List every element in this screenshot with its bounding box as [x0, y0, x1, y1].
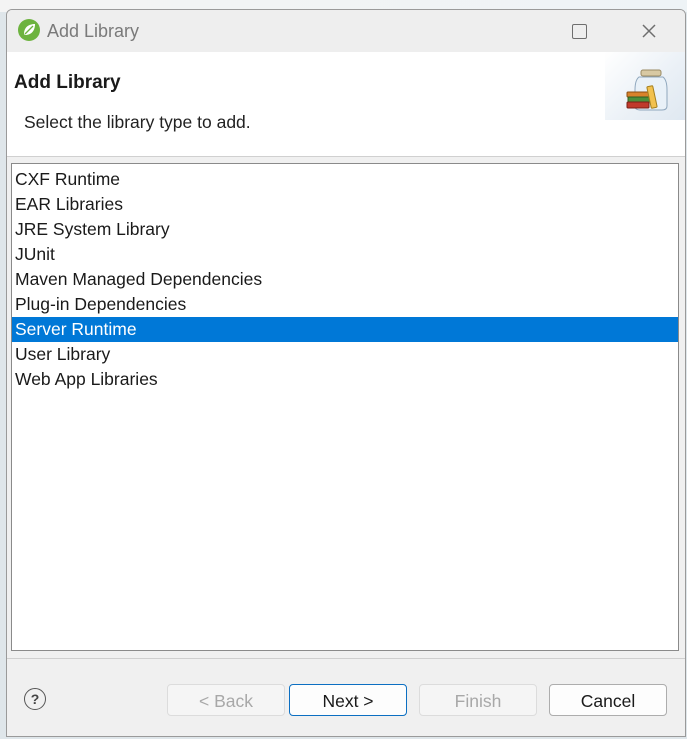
list-item-user-library[interactable]: User Library — [12, 342, 678, 367]
list-item-jre-system-library[interactable]: JRE System Library — [12, 217, 678, 242]
close-button[interactable] — [622, 10, 676, 52]
add-library-dialog: Add Library Add Library Select the libra… — [6, 9, 686, 737]
title-bar: Add Library — [7, 10, 685, 52]
list-item-junit[interactable]: JUnit — [12, 242, 678, 267]
list-item-maven-managed-dependencies[interactable]: Maven Managed Dependencies — [12, 267, 678, 292]
header-banner: Add Library Select the library type to a… — [7, 52, 685, 157]
list-item-ear-libraries[interactable]: EAR Libraries — [12, 192, 678, 217]
next-button[interactable]: Next > — [289, 684, 407, 716]
library-jar-icon — [626, 69, 668, 111]
close-icon — [642, 24, 656, 38]
list-item-web-app-libraries[interactable]: Web App Libraries — [12, 367, 678, 392]
banner-art — [605, 52, 685, 120]
maximize-button[interactable] — [552, 10, 606, 52]
back-button[interactable]: < Back — [167, 684, 285, 716]
footer-divider — [7, 658, 685, 659]
help-icon[interactable]: ? — [24, 688, 46, 710]
list-item-server-runtime[interactable]: Server Runtime — [12, 317, 678, 342]
page-title: Add Library — [14, 72, 121, 93]
window-title: Add Library — [47, 21, 140, 41]
library-type-list[interactable]: CXF Runtime EAR Libraries JRE System Lib… — [11, 163, 679, 651]
spring-leaf-icon — [18, 19, 40, 41]
cancel-button[interactable]: Cancel — [549, 684, 667, 716]
list-item-plug-in-dependencies[interactable]: Plug-in Dependencies — [12, 292, 678, 317]
maximize-icon — [571, 23, 587, 39]
list-item-cxf-runtime[interactable]: CXF Runtime — [12, 167, 678, 192]
page-description: Select the library type to add. — [24, 112, 251, 132]
finish-button[interactable]: Finish — [419, 684, 537, 716]
